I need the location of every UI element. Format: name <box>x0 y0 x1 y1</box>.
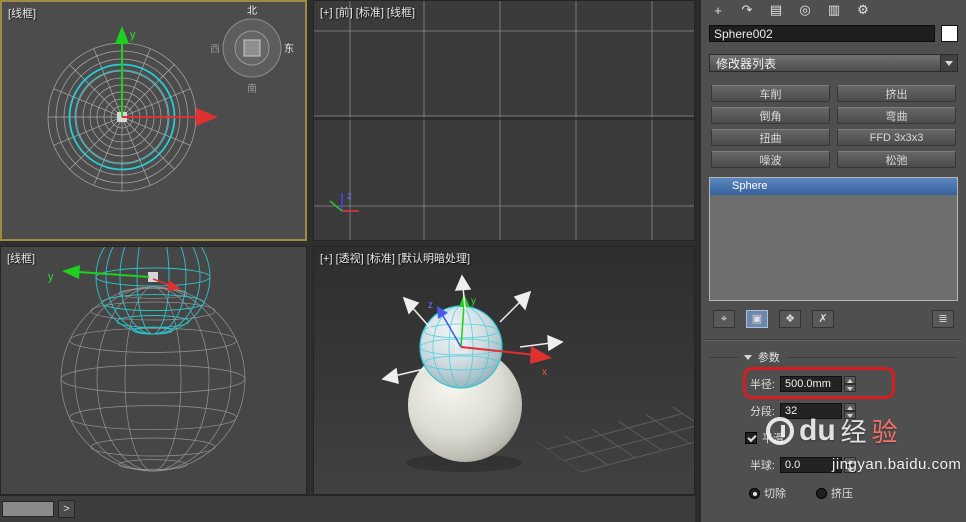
modifier-stack[interactable]: Sphere <box>709 177 958 301</box>
segments-parameter-row: 分段: 32 <box>727 402 958 419</box>
command-panel: + ↷ ▤ ◎ ▥ ⚙ 修改器列表 车削 挤出 倒角 弯曲 扭曲 FFD 3x3… <box>700 0 966 522</box>
axis-z-label: z <box>347 191 352 202</box>
modifier-button-extrude[interactable]: 挤出 <box>837 85 956 102</box>
viewcube-compass[interactable]: 北 东 南 西 <box>210 5 294 95</box>
viewport-perspective-label[interactable]: [+] [透视] [标准] [默认明暗处理] <box>320 250 470 266</box>
rollout-title: 参数 <box>757 352 780 364</box>
make-unique-icon[interactable]: ❖ <box>779 310 801 328</box>
hemisphere-field[interactable]: 0.0 <box>780 456 842 473</box>
modifier-button-lathe[interactable]: 车削 <box>711 85 830 102</box>
compass-east-label: 东 <box>284 42 294 55</box>
rollout-collapse-icon[interactable] <box>743 354 752 360</box>
front-grid <box>314 1 694 240</box>
segments-field[interactable]: 32 <box>780 402 842 419</box>
viewport-front-label[interactable]: [+] [前] [标准] [线框] <box>320 4 415 20</box>
modifier-button-relax[interactable]: 松弛 <box>837 151 956 168</box>
pin-stack-icon[interactable]: ⌖ <box>713 310 735 328</box>
radius-spinner[interactable] <box>844 375 856 392</box>
viewport-left-label[interactable]: [线框] <box>7 250 35 266</box>
viewport-left[interactable]: [线框] y <box>0 246 307 495</box>
front-grid-origin-line <box>314 117 694 120</box>
radius-parameter-row: 半径: 500.0mm <box>727 367 958 399</box>
axis-y-label: y <box>48 271 54 283</box>
3dsmax-window: [线框] y 北 东 南 西 [+] [前] [标准] [线框] z [线框] … <box>0 0 966 522</box>
tab-motion-icon[interactable]: ◎ <box>796 2 814 18</box>
chop-label: 切除 <box>764 488 786 500</box>
modifier-button-ffd[interactable]: FFD 3x3x3 <box>837 129 956 146</box>
wireframe-sphere-selected <box>95 247 211 335</box>
modifier-list-label: 修改器列表 <box>716 56 777 71</box>
object-name-field[interactable] <box>709 25 935 42</box>
smooth-parameter-row: 平滑 <box>745 429 958 446</box>
modifier-stack-toolbar: ⌖ ▣ ❖ ✗ ≣ <box>713 310 954 328</box>
hemisphere-label: 半球: <box>749 459 775 472</box>
axis-z-label: z <box>428 300 433 311</box>
stack-item-sphere[interactable]: Sphere <box>710 178 957 195</box>
chop-radio-icon[interactable] <box>749 487 760 499</box>
axis-y-label: y <box>471 296 476 307</box>
chevron-down-icon[interactable] <box>940 55 957 71</box>
panel-divider <box>705 339 962 341</box>
squash-label: 挤压 <box>831 488 853 500</box>
viewport-top-label[interactable]: [线框] <box>8 5 36 21</box>
remove-modifier-icon[interactable]: ✗ <box>812 310 834 328</box>
object-color-swatch[interactable] <box>941 25 958 42</box>
viewport-front-canvas[interactable]: z <box>314 1 694 240</box>
tab-display-icon[interactable]: ▥ <box>825 2 843 18</box>
maxscript-mini-listener[interactable] <box>2 501 54 517</box>
tab-modify-icon[interactable]: ↷ <box>738 2 756 18</box>
show-end-result-icon[interactable]: ▣ <box>746 310 768 328</box>
viewport-top-canvas[interactable]: y 北 东 南 西 <box>2 2 305 239</box>
world-axis-tripod: z <box>329 191 359 212</box>
parameters-rollout-header[interactable]: 参数 <box>709 349 958 365</box>
tab-hierarchy-icon[interactable]: ▤ <box>767 2 785 18</box>
segments-label: 分段: <box>749 405 775 418</box>
listener-expand-button[interactable]: > <box>58 500 75 518</box>
smooth-label: 平滑 <box>762 432 784 445</box>
tab-create-icon[interactable]: + <box>709 3 727 18</box>
hemisphere-parameter-row: 半球: 0.0 <box>727 456 958 473</box>
status-bar: > <box>0 495 695 522</box>
modifier-list-dropdown[interactable]: 修改器列表 <box>709 54 958 72</box>
viewport-left-canvas[interactable]: y <box>1 247 306 494</box>
command-panel-tabs: + ↷ ▤ ◎ ▥ ⚙ <box>701 0 966 18</box>
modifier-button-bend[interactable]: 弯曲 <box>837 107 956 124</box>
modifier-button-grid: 车削 挤出 倒角 弯曲 扭曲 FFD 3x3x3 噪波 松弛 <box>711 85 956 168</box>
radius-highlight-annotation <box>743 367 895 399</box>
viewport-perspective[interactable]: [+] [透视] [标准] [默认明暗处理] y z x <box>313 246 695 495</box>
compass-west-label: 西 <box>210 44 220 55</box>
configure-modifier-sets-icon[interactable]: ≣ <box>932 310 954 328</box>
axis-y-label: y <box>130 29 136 41</box>
smooth-checkbox[interactable] <box>745 431 757 444</box>
modifier-button-twist[interactable]: 扭曲 <box>711 129 830 146</box>
hemisphere-mode-row: 切除 挤压 <box>749 485 958 501</box>
segments-spinner[interactable] <box>844 402 856 419</box>
wireframe-sphere-large <box>60 286 246 472</box>
viewport-perspective-canvas[interactable]: y z x <box>314 247 694 494</box>
modifier-button-noise[interactable]: 噪波 <box>711 151 830 168</box>
tab-utilities-icon[interactable]: ⚙ <box>854 2 872 18</box>
chop-radio-option[interactable]: 切除 <box>749 485 786 501</box>
hemisphere-spinner[interactable] <box>844 456 856 473</box>
compass-south-label: 南 <box>247 82 257 95</box>
move-gizmo[interactable]: y <box>115 26 218 126</box>
squash-radio-option[interactable]: 挤压 <box>816 485 853 501</box>
viewport-top[interactable]: [线框] y 北 东 南 西 <box>0 0 307 241</box>
modifier-button-bevel[interactable]: 倒角 <box>711 107 830 124</box>
squash-radio-icon[interactable] <box>816 487 827 499</box>
viewport-front[interactable]: [+] [前] [标准] [线框] z <box>313 0 695 241</box>
compass-north-label: 北 <box>247 5 257 17</box>
axis-x-label: x <box>542 367 547 378</box>
